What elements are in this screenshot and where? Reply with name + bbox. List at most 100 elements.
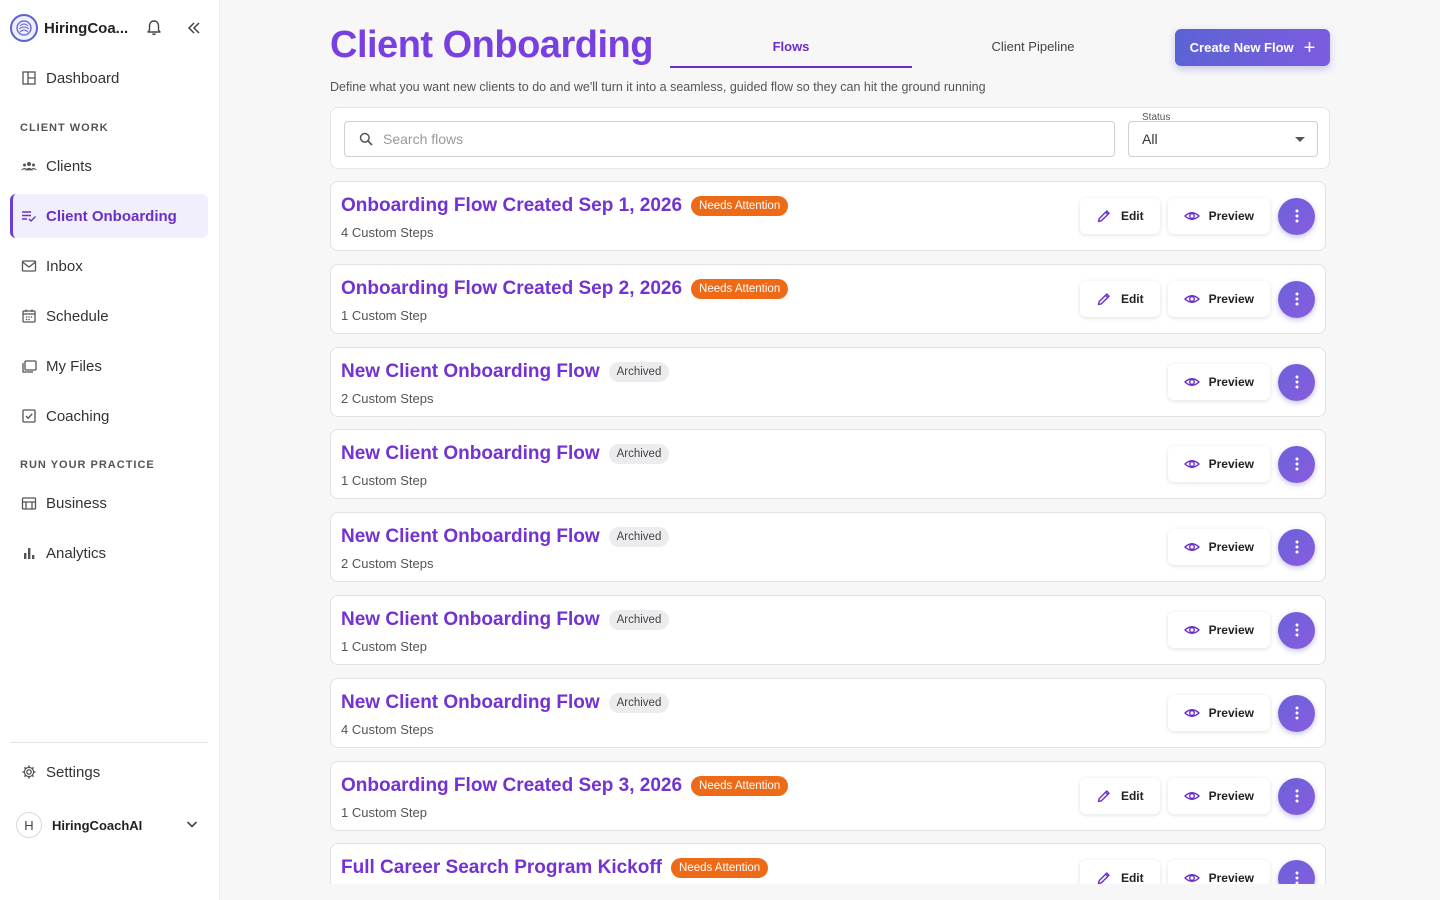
flow-card[interactable]: New Client Onboarding Flow Archived 2 Cu…: [330, 347, 1326, 417]
edit-button[interactable]: Edit: [1079, 281, 1160, 317]
preview-label: Preview: [1208, 457, 1254, 471]
sidebar-item-inbox[interactable]: Inbox: [10, 244, 208, 288]
filter-bar: Status All: [330, 107, 1330, 169]
tab-bar: Flows Client Pipeline: [670, 30, 1154, 68]
flow-card[interactable]: Onboarding Flow Created Sep 3, 2026 Need…: [330, 761, 1326, 831]
sidebar-item-business[interactable]: Business: [10, 481, 208, 525]
more-options-button[interactable]: [1278, 363, 1315, 401]
double-chevron-left-icon[interactable]: [184, 18, 204, 38]
flow-title[interactable]: New Client Onboarding Flow: [341, 526, 600, 548]
mail-icon: [20, 257, 38, 275]
flow-title[interactable]: Onboarding Flow Created Sep 3, 2026: [341, 775, 682, 797]
brand[interactable]: HiringCoa...: [10, 12, 210, 44]
flow-card[interactable]: New Client Onboarding Flow Archived 4 Cu…: [330, 678, 1326, 748]
preview-button[interactable]: Preview: [1167, 695, 1270, 731]
flow-title[interactable]: New Client Onboarding Flow: [341, 692, 600, 714]
flow-card[interactable]: Full Career Search Program Kickoff Needs…: [330, 843, 1326, 884]
preview-label: Preview: [1208, 623, 1254, 637]
more-options-button[interactable]: [1278, 280, 1315, 318]
flow-title[interactable]: New Client Onboarding Flow: [341, 609, 600, 631]
search-box[interactable]: [344, 121, 1115, 157]
tab-client-pipeline[interactable]: Client Pipeline: [912, 30, 1154, 68]
status-badge: Archived: [608, 362, 670, 382]
flow-actions: Preview: [1160, 445, 1315, 483]
preview-button[interactable]: Preview: [1167, 281, 1270, 317]
flow-title[interactable]: New Client Onboarding Flow: [341, 361, 600, 383]
flow-title-row: New Client Onboarding Flow Archived: [341, 526, 670, 548]
status-select[interactable]: All: [1128, 121, 1318, 157]
checklist-icon: [20, 207, 38, 225]
flow-title[interactable]: Full Career Search Program Kickoff: [341, 857, 662, 879]
more-options-button[interactable]: [1278, 859, 1315, 884]
flow-card[interactable]: Onboarding Flow Created Sep 2, 2026 Need…: [330, 264, 1326, 334]
preview-button[interactable]: Preview: [1167, 612, 1270, 648]
preview-button[interactable]: Preview: [1167, 446, 1270, 482]
eye-icon: [1183, 874, 1200, 882]
flow-step-count: 4 Custom Steps: [341, 225, 434, 240]
tab-flows[interactable]: Flows: [670, 30, 912, 68]
flow-actions: Edit Preview: [1072, 777, 1315, 815]
flow-actions: Preview: [1160, 611, 1315, 649]
flow-title-row: New Client Onboarding Flow Archived: [341, 443, 670, 465]
preview-button[interactable]: Preview: [1167, 860, 1270, 884]
create-new-flow-button[interactable]: Create New Flow +: [1175, 29, 1330, 66]
sidebar-item-settings[interactable]: Settings: [10, 750, 208, 794]
flow-title[interactable]: Onboarding Flow Created Sep 1, 2026: [341, 195, 682, 217]
preview-button[interactable]: Preview: [1167, 364, 1270, 400]
sidebar-item-label: Settings: [46, 763, 101, 781]
sidebar-item-dashboard[interactable]: Dashboard: [10, 56, 208, 100]
flow-card[interactable]: New Client Onboarding Flow Archived 1 Cu…: [330, 595, 1326, 665]
brand-logo-icon: [10, 14, 38, 42]
eye-icon: [1183, 295, 1200, 303]
more-options-button[interactable]: [1278, 197, 1315, 235]
sidebar-item-schedule[interactable]: Schedule: [10, 294, 208, 338]
more-vertical-icon: [1295, 623, 1298, 637]
pencil-icon: [1097, 293, 1110, 306]
bell-icon[interactable]: [144, 18, 164, 38]
people-icon: [20, 157, 38, 175]
flow-actions: Edit Preview: [1072, 197, 1315, 235]
pencil-icon: [1097, 872, 1110, 884]
more-vertical-icon: [1295, 789, 1298, 803]
flow-title[interactable]: New Client Onboarding Flow: [341, 443, 600, 465]
flow-list: Onboarding Flow Created Sep 1, 2026 Need…: [330, 181, 1326, 884]
flow-card[interactable]: New Client Onboarding Flow Archived 1 Cu…: [330, 429, 1326, 499]
flow-card[interactable]: New Client Onboarding Flow Archived 2 Cu…: [330, 512, 1326, 582]
sidebar-item-coaching[interactable]: Coaching: [10, 394, 208, 438]
search-input[interactable]: [383, 131, 1083, 147]
status-badge: Archived: [608, 444, 670, 464]
more-options-button[interactable]: [1278, 777, 1315, 815]
edit-button[interactable]: Edit: [1079, 860, 1160, 884]
sidebar-item-clients[interactable]: Clients: [10, 144, 208, 188]
preview-button[interactable]: Preview: [1167, 778, 1270, 814]
sidebar-item-client-onboarding[interactable]: Client Onboarding: [10, 194, 208, 238]
edit-button[interactable]: Edit: [1079, 778, 1160, 814]
chevron-down-icon[interactable]: [184, 816, 200, 832]
section-run-your-practice: RUN YOUR PRACTICE: [20, 459, 155, 471]
edit-label: Edit: [1120, 789, 1144, 803]
dashboard-icon: [20, 69, 38, 87]
preview-button[interactable]: Preview: [1167, 529, 1270, 565]
bar-chart-icon: [20, 544, 38, 562]
preview-label: Preview: [1208, 789, 1254, 803]
sidebar-item-my-files[interactable]: My Files: [10, 344, 208, 388]
flow-title-row: Onboarding Flow Created Sep 1, 2026 Need…: [341, 195, 789, 217]
preview-button[interactable]: Preview: [1167, 198, 1270, 234]
more-options-button[interactable]: [1278, 694, 1315, 732]
more-options-button[interactable]: [1278, 528, 1315, 566]
sidebar-item-label: Dashboard: [46, 69, 120, 87]
flow-title[interactable]: Onboarding Flow Created Sep 2, 2026: [341, 278, 682, 300]
sidebar-item-label: Schedule: [46, 307, 109, 325]
sidebar-item-analytics[interactable]: Analytics: [10, 531, 208, 575]
flow-actions: Edit Preview: [1072, 280, 1315, 318]
more-options-button[interactable]: [1278, 611, 1315, 649]
flow-actions: Preview: [1160, 363, 1315, 401]
more-options-button[interactable]: [1278, 445, 1315, 483]
sidebar: HiringCoa... Dashboard CLIENT WORK Clien…: [0, 0, 220, 900]
preview-label: Preview: [1208, 540, 1254, 554]
flow-step-count: 4 Custom Steps: [341, 722, 434, 737]
flow-card[interactable]: Onboarding Flow Created Sep 1, 2026 Need…: [330, 181, 1326, 251]
sidebar-divider: [10, 742, 208, 743]
edit-button[interactable]: Edit: [1079, 198, 1160, 234]
user-menu[interactable]: H HiringCoachAI: [16, 808, 208, 842]
